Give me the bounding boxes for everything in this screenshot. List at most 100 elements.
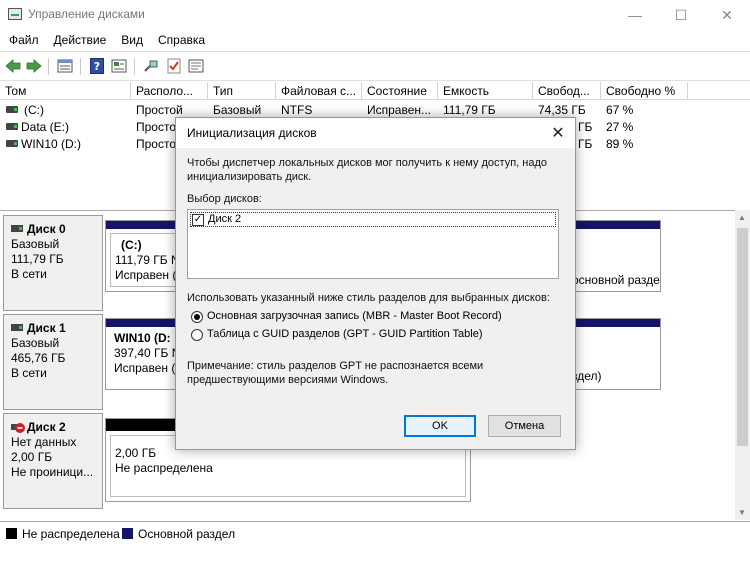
- volume-icon: [6, 140, 18, 147]
- title-bar: Управление дисками — ☐ ✕: [0, 0, 750, 30]
- legend-bar: Не распределена Основной раздел: [0, 521, 750, 545]
- disk-checkbox[interactable]: ✓: [192, 214, 204, 226]
- gpt-note-text: Примечание: стиль разделов GPT не распоз…: [187, 360, 484, 386]
- toolbar-separator: [48, 58, 49, 75]
- menu-action[interactable]: Действие: [45, 30, 113, 50]
- dialog-close-icon[interactable]: ✕: [546, 122, 570, 144]
- mbr-radio[interactable]: [191, 311, 203, 323]
- disk-label[interactable]: Диск 0 Базовый 111,79 ГБ В сети: [3, 215, 103, 311]
- partition-title: (C:): [121, 238, 142, 252]
- partition-title: WIN10 (D:: [114, 331, 171, 345]
- maximize-button[interactable]: ☐: [658, 0, 704, 30]
- legend-swatch-unallocated: [6, 528, 17, 539]
- volume-status: Исправен...: [367, 103, 432, 117]
- dialog-title: Инициализация дисков: [187, 126, 317, 140]
- disk-name: Диск 1: [11, 321, 102, 336]
- volume-list-header: Том Располо... Тип Файловая с... Состоян…: [0, 82, 750, 100]
- mbr-radio-label[interactable]: Основная загрузочная запись (MBR - Maste…: [207, 310, 502, 322]
- disk-size: 2,00 ГБ: [11, 450, 53, 464]
- menu-file[interactable]: Файл: [0, 30, 45, 50]
- dialog-title-bar: Инициализация дисков ✕: [176, 118, 575, 148]
- select-disks-label: Выбор дисков:: [187, 193, 262, 205]
- initialize-disk-dialog: Инициализация дисков ✕ Чтобы диспетчер л…: [175, 117, 576, 450]
- disk-type: Базовый: [11, 237, 60, 251]
- window-title: Управление дисками: [28, 7, 145, 21]
- volume-free-percent: 67 %: [606, 103, 634, 117]
- disk-type: Нет данных: [11, 435, 77, 449]
- gpt-radio-label[interactable]: Таблица с GUID разделов (GPT - GUID Part…: [207, 328, 483, 340]
- disk-label[interactable]: Диск 2 Нет данных 2,00 ГБ Не проиници...: [3, 413, 103, 509]
- properties-icon[interactable]: [110, 57, 128, 75]
- disk-label[interactable]: Диск 1 Базовый 465,76 ГБ В сети: [3, 314, 103, 410]
- list-view-icon[interactable]: [56, 57, 74, 75]
- disk-name: Диск 2: [11, 420, 102, 435]
- volume-name: (C:): [24, 103, 44, 117]
- disk-status: В сети: [11, 366, 47, 380]
- volume-icon: [6, 106, 18, 113]
- dialog-intro-text: Чтобы диспетчер локальных дисков мог пол…: [187, 157, 547, 183]
- scrollbar-thumb[interactable]: [737, 228, 748, 446]
- disk-status: Не проиници...: [11, 465, 94, 479]
- disk-type: Базовый: [11, 336, 60, 350]
- column-free-percent[interactable]: Свободно %: [601, 82, 688, 100]
- column-type[interactable]: Тип: [208, 82, 276, 100]
- partition-right-text: основной разде: [572, 273, 660, 287]
- menu-help[interactable]: Справка: [149, 30, 211, 50]
- ok-button[interactable]: OK: [404, 415, 476, 437]
- scroll-down-icon[interactable]: ▼: [738, 508, 746, 517]
- menu-bar: Файл Действие Вид Справка: [0, 30, 750, 50]
- partition-state: Исправен (: [115, 268, 177, 282]
- minimize-button[interactable]: —: [612, 0, 658, 30]
- volume-free: ГБ: [578, 120, 593, 134]
- partition-right-text: здел): [572, 369, 602, 383]
- column-free[interactable]: Свобод...: [533, 82, 601, 100]
- partition-state: Не распределена: [115, 461, 213, 475]
- column-layout[interactable]: Располо...: [131, 82, 208, 100]
- disk-icon: [11, 225, 23, 232]
- back-arrow-icon[interactable]: [4, 57, 22, 75]
- toolbar: ?: [0, 51, 750, 81]
- cancel-button[interactable]: Отмена: [488, 415, 561, 437]
- volume-icon: [6, 123, 18, 130]
- check-icon[interactable]: [165, 57, 183, 75]
- scroll-up-icon[interactable]: ▲: [738, 213, 746, 222]
- legend-swatch-primary: [122, 528, 133, 539]
- volume-filesystem: NTFS: [281, 103, 313, 117]
- volume-capacity: 111,79 ГБ: [443, 103, 496, 117]
- disk-list-item-label: Диск 2: [208, 213, 242, 225]
- disk-size: 465,76 ГБ: [11, 351, 66, 365]
- partition-info: (C:) 111,79 ГБ NT Исправен (: [110, 233, 182, 287]
- volume-free: ГБ: [578, 137, 593, 151]
- volume-free: 74,35 ГБ: [538, 103, 586, 117]
- volume-type: Базовый: [213, 103, 262, 117]
- disk-size: 111,79 ГБ: [11, 252, 64, 266]
- disk-listbox[interactable]: ✓ Диск 2: [187, 209, 559, 279]
- partition-size: 111,79 ГБ NT: [115, 253, 182, 267]
- settings-icon[interactable]: [187, 57, 205, 75]
- volume-free-percent: 89 %: [606, 137, 634, 151]
- gpt-radio[interactable]: [191, 329, 203, 341]
- close-button[interactable]: ✕: [704, 0, 750, 30]
- forward-arrow-icon[interactable]: [25, 57, 43, 75]
- column-capacity[interactable]: Емкость: [438, 82, 533, 100]
- disk-error-icon: [11, 420, 25, 434]
- partition-info: WIN10 (D: 397,40 ГБ N Исправен (: [110, 327, 182, 385]
- volume-layout: Простой: [136, 103, 183, 117]
- disk-name: Диск 0: [11, 222, 102, 237]
- column-filesystem[interactable]: Файловая с...: [276, 82, 362, 100]
- volume-name: Data (E:): [21, 120, 70, 134]
- svg-text:?: ?: [94, 60, 100, 73]
- vertical-scrollbar[interactable]: ▲ ▼: [735, 210, 750, 520]
- volume-free-percent: 27 %: [606, 120, 634, 134]
- column-volume[interactable]: Том: [0, 82, 131, 100]
- disk-list-item[interactable]: ✓ Диск 2: [190, 212, 556, 227]
- toolbar-separator: [134, 58, 135, 75]
- partition-style-label: Использовать указанный ниже стиль раздел…: [187, 292, 550, 304]
- connect-icon[interactable]: [142, 57, 160, 75]
- menu-view[interactable]: Вид: [112, 30, 149, 50]
- toolbar-separator: [80, 58, 81, 75]
- disk-status: В сети: [11, 267, 47, 281]
- help-icon[interactable]: ?: [88, 57, 106, 75]
- column-status[interactable]: Состояние: [362, 82, 438, 100]
- partition-state: Исправен (: [114, 361, 176, 375]
